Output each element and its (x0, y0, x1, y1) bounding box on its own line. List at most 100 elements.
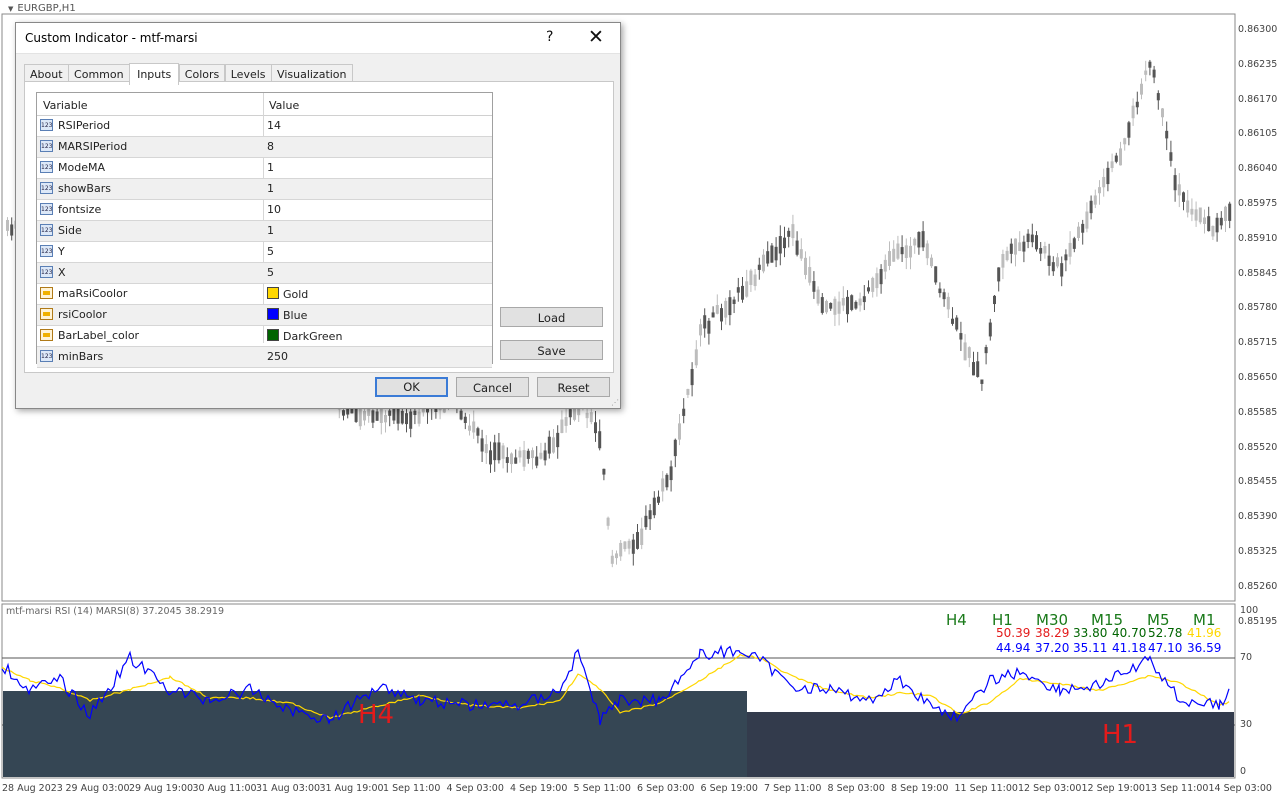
candle-body (1093, 195, 1097, 205)
candle-body (1026, 233, 1030, 243)
candle-body (505, 457, 509, 463)
candle-body (904, 245, 908, 258)
variable-value[interactable]: 1 (267, 224, 274, 237)
candle-body (610, 555, 614, 564)
time-tick: 12 Sep 19:00 (1081, 783, 1145, 794)
variable-name: rsiCoolor (58, 308, 107, 321)
candle-body (837, 301, 841, 314)
variable-value-text: 10 (267, 203, 281, 216)
candle-body (556, 432, 560, 448)
variable-value[interactable]: 250 (267, 350, 288, 363)
candle-body (850, 295, 854, 310)
variable-value[interactable]: 5 (267, 266, 274, 279)
color-swatch (267, 287, 279, 299)
integer-param-icon: 123 (40, 203, 53, 215)
candle-body (1060, 263, 1064, 277)
candle-body (951, 318, 954, 324)
column-variable[interactable]: Variable (43, 99, 88, 112)
close-icon[interactable]: ✕ (588, 26, 604, 48)
table-row[interactable]: 123 fontsize 10 (37, 200, 492, 221)
variable-name: Y (58, 245, 65, 258)
price-tick: 0.85650 (1238, 372, 1278, 383)
candle-body (930, 257, 933, 267)
time-tick: 14 Sep 03:00 (1208, 783, 1272, 794)
candle-body (1215, 217, 1219, 233)
candle-body (1030, 234, 1034, 243)
candle-body (854, 301, 858, 309)
candle-body (825, 300, 828, 313)
resize-grip-icon[interactable]: ⋰ (611, 398, 619, 407)
candle-body (1198, 207, 1202, 223)
table-row[interactable]: 123 Side 1 (37, 221, 492, 242)
table-row[interactable]: 123 RSIPeriod 14 (37, 116, 492, 137)
table-row[interactable]: 123 ModeMA 1 (37, 158, 492, 179)
variable-value[interactable]: Gold (267, 287, 308, 301)
variable-value[interactable]: 10 (267, 203, 281, 216)
dialog-titlebar[interactable]: Custom Indicator - mtf-marsi ? ✕ (16, 23, 620, 54)
candle-body (686, 388, 690, 395)
time-tick: 7 Sep 11:00 (764, 783, 822, 794)
variable-value-text: 1 (267, 224, 274, 237)
bar-label-h1: H1 (1102, 720, 1139, 750)
candle-body (757, 264, 761, 270)
inputs-table[interactable]: Variable Value 123 RSIPeriod 14 123 MARSIPer… (36, 92, 493, 368)
candle-body (921, 231, 925, 248)
price-tick: 0.86170 (1238, 93, 1278, 105)
variable-value[interactable]: 5 (267, 245, 274, 258)
candle-body (413, 410, 417, 415)
candle-body (867, 287, 870, 292)
table-row[interactable]: rsiCoolor Blue (37, 305, 492, 326)
candle-body (833, 298, 837, 315)
time-tick: 5 Sep 11:00 (573, 783, 631, 794)
marsi-value: 35.11 (1073, 641, 1108, 655)
marsi-value: 41.18 (1112, 641, 1147, 655)
candle-body (988, 322, 992, 337)
ok-button[interactable]: OK (375, 377, 448, 397)
variable-value[interactable]: DarkGreen (267, 329, 342, 343)
table-row[interactable]: maRsiCoolor Gold (37, 284, 492, 305)
reset-button[interactable]: Reset (537, 377, 610, 397)
candle-body (657, 496, 660, 503)
cancel-button[interactable]: Cancel (456, 377, 529, 397)
save-button[interactable]: Save (500, 340, 603, 360)
tab-inputs[interactable]: Inputs (129, 63, 180, 85)
candle-body (1228, 203, 1232, 221)
price-tick: 0.86105 (1238, 128, 1278, 140)
help-button[interactable]: ? (546, 29, 553, 45)
variable-value[interactable]: 8 (267, 140, 274, 153)
candle-body (652, 497, 656, 516)
candle-body (787, 230, 791, 237)
table-row[interactable]: 123 showBars 1 (37, 179, 492, 200)
candle-body (862, 296, 866, 303)
column-value[interactable]: Value (269, 99, 299, 112)
candle-body (388, 410, 392, 416)
candle-body (631, 539, 635, 554)
candle-body (699, 324, 702, 336)
candle-body (531, 450, 534, 459)
candle-body (858, 298, 862, 306)
variable-value-text: 14 (267, 119, 281, 132)
table-row[interactable]: 123 X 5 (37, 263, 492, 284)
candle-body (871, 277, 875, 292)
variable-value[interactable]: Blue (267, 308, 307, 322)
candle-body (673, 439, 677, 457)
color-swatch (267, 329, 279, 341)
variable-value-text: Gold (283, 288, 309, 301)
candle-body (694, 349, 698, 366)
table-row[interactable]: 123 MARSIPeriod 8 (37, 137, 492, 158)
table-row[interactable]: 123 Y 5 (37, 242, 492, 263)
candle-body (1035, 235, 1038, 250)
table-row[interactable]: BarLabel_color DarkGreen (37, 326, 492, 347)
candle-body (753, 274, 757, 287)
candle-body (648, 510, 652, 520)
timeframe-header: H4 (946, 611, 967, 629)
load-button[interactable]: Load (500, 307, 603, 327)
variable-name: BarLabel_color (58, 329, 140, 342)
candle-body (627, 540, 631, 549)
price-tick: 0.85845 (1238, 267, 1278, 279)
table-row[interactable]: 123 minBars 250 (37, 347, 492, 368)
variable-value[interactable]: 1 (267, 161, 274, 174)
variable-value[interactable]: 14 (267, 119, 281, 132)
variable-value[interactable]: 1 (267, 182, 274, 195)
candle-body (1211, 225, 1215, 237)
